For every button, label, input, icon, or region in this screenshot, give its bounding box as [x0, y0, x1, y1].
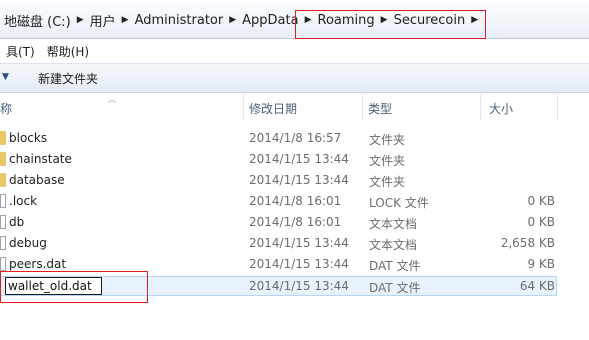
list-item[interactable]: chainstate 2014/1/15 13:44 文件夹 [0, 149, 589, 170]
breadcrumb-users[interactable]: 用户 [86, 11, 120, 30]
breadcrumb-administrator[interactable]: Administrator [131, 13, 228, 28]
new-folder-button[interactable]: 新建文件夹 [38, 70, 98, 87]
text-file-icon [0, 236, 6, 250]
file-size: 0 KB [527, 215, 555, 229]
file-icon [0, 257, 6, 271]
file-name: database [9, 173, 65, 187]
chevron-down-icon[interactable]: ▼ [2, 72, 9, 82]
list-item[interactable]: .lock 2014/1/8 16:01 LOCK 文件 0 KB [0, 191, 589, 212]
column-type-header[interactable]: 类型 [368, 100, 392, 117]
chevron-right-icon[interactable]: ▶ [75, 15, 86, 25]
column-divider[interactable] [362, 94, 363, 120]
list-item[interactable]: database 2014/1/15 13:44 文件夹 [0, 170, 589, 191]
file-type: LOCK 文件 [369, 196, 429, 210]
text-file-icon [0, 215, 6, 229]
column-date-header[interactable]: 修改日期 [249, 100, 297, 117]
file-type: 文本文档 [369, 238, 418, 252]
menu-help[interactable]: 帮助(H) [41, 43, 95, 60]
file-size: 0 KB [527, 194, 555, 208]
column-size-header[interactable]: 大小 [489, 100, 513, 117]
list-item[interactable]: blocks 2014/1/8 16:57 文件夹 [0, 128, 589, 149]
file-date: 2014/1/15 13:44 [249, 173, 349, 187]
file-date: 2014/1/15 13:44 [249, 279, 349, 293]
list-item[interactable]: db 2014/1/8 16:01 文本文档 0 KB [0, 212, 589, 233]
file-type: 文本文档 [369, 217, 418, 231]
sort-up-icon: ︿ [108, 95, 116, 104]
file-icon [0, 194, 6, 208]
address-bar[interactable]: 地磁盘 (C:) ▶ 用户 ▶ Administrator ▶ AppData … [0, 0, 589, 39]
toolbar: ▼ 新建文件夹 [0, 63, 589, 93]
file-name: chainstate [9, 152, 72, 166]
folder-icon [0, 131, 6, 145]
chevron-right-icon[interactable]: ▶ [227, 15, 238, 25]
file-type: 文件夹 [369, 154, 406, 168]
file-type: DAT 文件 [369, 259, 421, 273]
file-date: 2014/1/15 13:44 [249, 152, 349, 166]
file-size: 2,658 KB [500, 236, 555, 250]
file-name: blocks [9, 131, 48, 145]
file-type: DAT 文件 [369, 281, 421, 295]
file-name: .lock [9, 194, 38, 208]
folder-icon [0, 152, 6, 166]
folder-icon [0, 173, 6, 187]
file-type: 文件夹 [369, 133, 406, 147]
column-divider[interactable] [243, 94, 244, 120]
breadcrumb-drive[interactable]: 地磁盘 (C:) [0, 11, 75, 30]
file-date: 2014/1/8 16:01 [249, 194, 342, 208]
column-header: 称 ︿ 修改日期 类型 大小 [0, 94, 589, 120]
menu-bar: 具(T) 帮助(H) [0, 40, 95, 62]
menu-tools[interactable]: 具(T) [0, 43, 41, 60]
breadcrumb-appdata[interactable]: AppData [238, 13, 302, 28]
file-date: 2014/1/8 16:01 [249, 215, 342, 229]
file-date: 2014/1/15 13:44 [249, 236, 349, 250]
column-divider[interactable] [557, 94, 558, 120]
file-name: db [9, 215, 25, 229]
column-name-header[interactable]: 称 [0, 100, 12, 117]
chevron-right-icon[interactable]: ▶ [120, 15, 131, 25]
file-type: 文件夹 [369, 175, 406, 189]
list-item[interactable]: debug 2014/1/15 13:44 文本文档 2,658 KB [0, 233, 589, 254]
file-name: debug [9, 236, 47, 250]
column-divider[interactable] [480, 94, 481, 120]
file-size: 64 KB [519, 279, 555, 293]
annotation-highlight-box [0, 271, 148, 303]
file-date: 2014/1/8 16:57 [249, 131, 342, 145]
annotation-highlight-box [295, 10, 486, 39]
file-size: 9 KB [527, 257, 555, 271]
file-date: 2014/1/15 13:44 [249, 257, 349, 271]
file-name: peers.dat [9, 257, 67, 271]
